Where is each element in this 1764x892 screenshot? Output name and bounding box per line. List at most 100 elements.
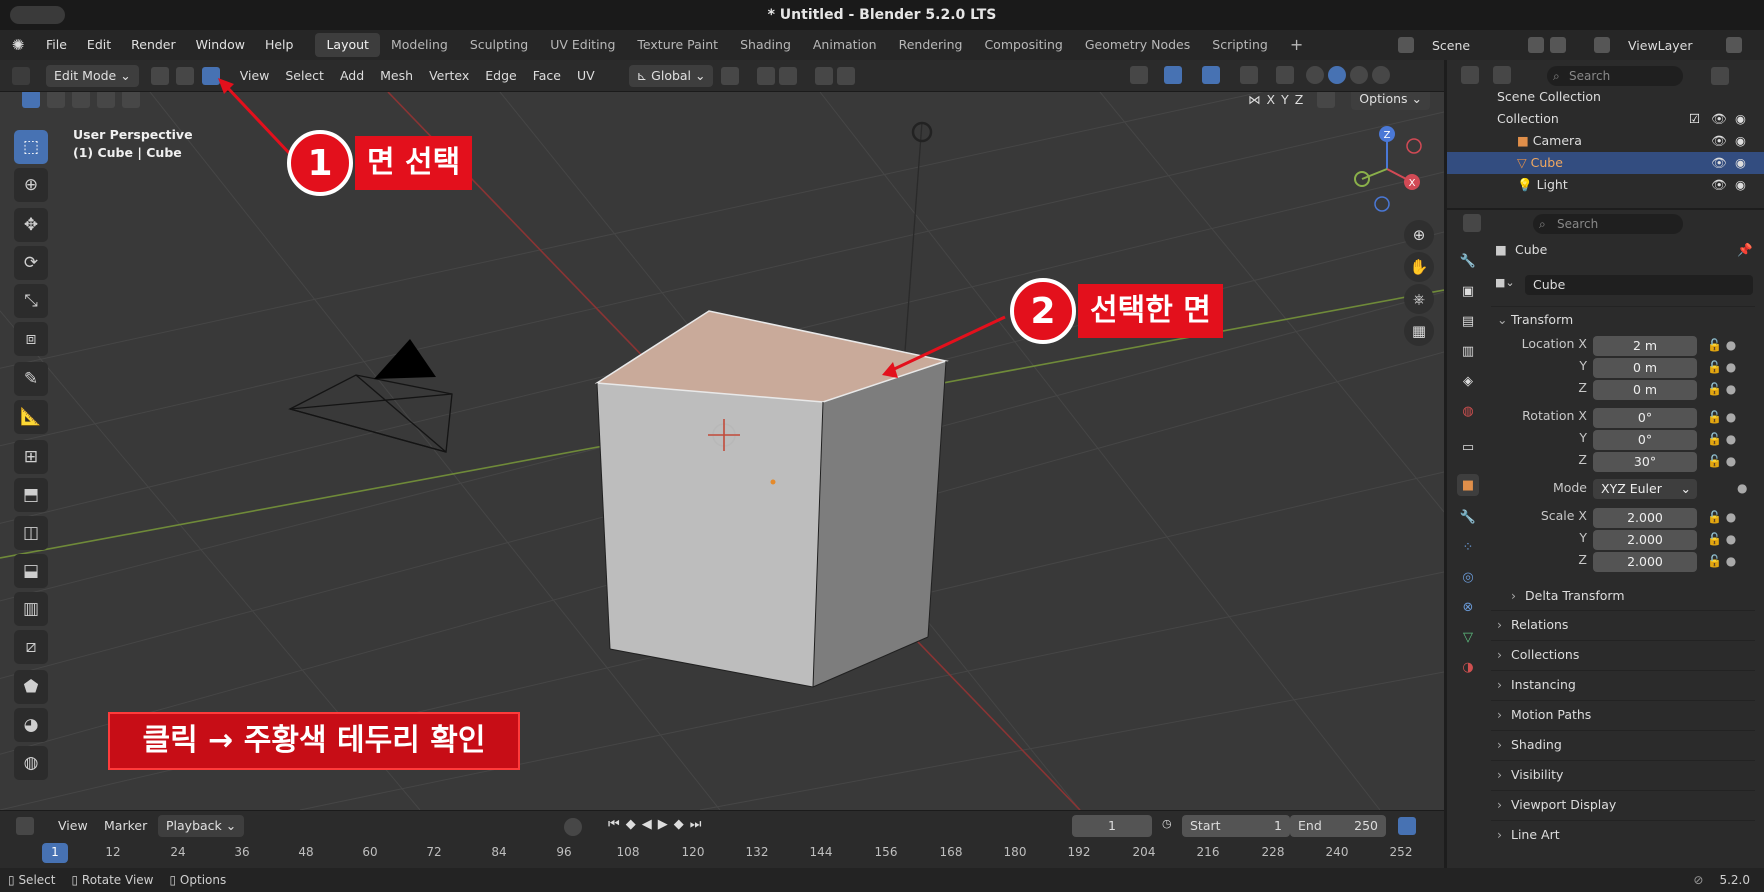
menu-face[interactable]: Face <box>525 68 569 83</box>
delta-transform-section[interactable]: › Delta Transform <box>1507 584 1625 608</box>
scale-y-field[interactable]: 2.000 <box>1593 530 1697 550</box>
gizmo-negative-x-handle[interactable] <box>1406 138 1422 154</box>
select-extend-icon[interactable] <box>47 92 65 108</box>
zoom-icon[interactable]: ⊕ <box>1404 220 1434 250</box>
scene-tab-icon[interactable]: ◈ <box>1457 370 1479 392</box>
new-view-layer-icon[interactable] <box>1726 37 1742 53</box>
material-shading-icon[interactable] <box>1350 66 1368 84</box>
rotation-z-field[interactable]: 30° <box>1593 452 1697 472</box>
material-tab-icon[interactable]: ◑ <box>1457 656 1479 678</box>
menu-window[interactable]: Window <box>186 30 255 60</box>
select-subtract-icon[interactable] <box>72 92 90 108</box>
camera-visibility-icon[interactable]: ◉ <box>1735 174 1746 196</box>
proportional-edit-icon[interactable] <box>815 66 834 85</box>
outliner-item-camera[interactable]: ■ Camera 👁 ◉ <box>1447 130 1764 152</box>
camera-view-icon[interactable]: ⎈ <box>1404 284 1434 314</box>
pan-hand-icon[interactable]: ✋ <box>1404 252 1434 282</box>
scale-tool-icon[interactable]: ⤡ <box>14 284 48 318</box>
move-tool-icon[interactable]: ✥ <box>14 208 48 242</box>
select-box-tool-icon[interactable]: ⬚ <box>14 130 48 164</box>
menu-file[interactable]: File <box>36 30 77 60</box>
cursor-tool-icon[interactable]: ⊕ <box>14 168 48 202</box>
xray-icon[interactable] <box>1276 66 1294 84</box>
extrude-tool-icon[interactable]: ⬒ <box>14 478 48 512</box>
jump-end-icon[interactable]: ⏭ <box>690 817 702 832</box>
options-dropdown[interactable]: Options ⌄ <box>1351 92 1430 110</box>
tab-modeling[interactable]: Modeling <box>380 33 459 57</box>
timeline-editor-icon[interactable] <box>16 817 34 835</box>
clock-icon[interactable]: ◷ <box>1162 817 1172 830</box>
rotation-x-field[interactable]: 0° <box>1593 408 1697 428</box>
mesh-edit-overlay-icon[interactable] <box>1240 66 1258 84</box>
rotation-y-field[interactable]: 0° <box>1593 430 1697 450</box>
tab-layout[interactable]: Layout <box>315 33 380 57</box>
mode-dropdown[interactable]: Edit Mode ⌄ <box>46 64 139 87</box>
gizmo-negative-z-handle[interactable] <box>1374 196 1390 212</box>
object-name-field[interactable]: Cube <box>1525 275 1753 295</box>
axis-y[interactable]: Y <box>1281 92 1289 107</box>
falloff-icon[interactable] <box>837 66 856 85</box>
menu-help[interactable]: Help <box>255 30 304 60</box>
outliner-item-cube[interactable]: ▽ Cube 👁 ◉ <box>1447 152 1764 174</box>
pin-icon[interactable]: 📌 <box>1737 238 1753 262</box>
transform-section-header[interactable]: ⌄ Transform <box>1491 306 1755 332</box>
view-layer-tab-icon[interactable]: ▥ <box>1457 340 1479 362</box>
auto-keying-icon[interactable] <box>564 818 582 836</box>
scene-name[interactable]: Scene <box>1432 38 1522 53</box>
eye-icon[interactable]: 👁 <box>1711 152 1727 174</box>
overlay-toggle-icon[interactable] <box>1202 66 1220 84</box>
section-relations[interactable]: Relations <box>1491 610 1755 638</box>
start-frame-field[interactable]: Start 1 <box>1182 815 1290 837</box>
inset-tool-icon[interactable]: ◫ <box>14 516 48 550</box>
lock-icon[interactable]: 🔓 ● <box>1707 554 1736 568</box>
scene-collection-row[interactable]: Scene Collection <box>1447 86 1764 108</box>
world-tab-icon[interactable]: ◍ <box>1457 400 1479 422</box>
outliner-item-light[interactable]: 💡 Light 👁 ◉ <box>1447 174 1764 196</box>
rendered-shading-icon[interactable] <box>1372 66 1390 84</box>
scale-z-field[interactable]: 2.000 <box>1593 552 1697 572</box>
view-layer-name[interactable]: ViewLayer <box>1628 38 1726 53</box>
section-shading[interactable]: Shading <box>1491 730 1755 758</box>
vertex-select-icon[interactable] <box>150 66 169 85</box>
measure-tool-icon[interactable]: 📐 <box>14 400 48 434</box>
new-scene-icon[interactable] <box>1550 37 1566 53</box>
menu-uv[interactable]: UV <box>569 68 603 83</box>
editor-type-icon[interactable] <box>12 66 30 85</box>
lock-icon[interactable]: 🔓 ● <box>1707 410 1736 424</box>
object-datablock[interactable]: ■⌄ Cube <box>1491 274 1755 296</box>
particles-tab-icon[interactable]: ⁘ <box>1457 536 1479 558</box>
blender-logo-icon[interactable]: ✺ <box>0 36 36 54</box>
play-icon[interactable]: ▶ <box>658 817 668 832</box>
axis-z[interactable]: Z <box>1295 92 1304 107</box>
location-z-field[interactable]: 0 m <box>1593 380 1697 400</box>
camera-visibility-icon[interactable]: ◉ <box>1735 108 1746 130</box>
tab-shading[interactable]: Shading <box>729 33 802 57</box>
prev-keyframe-icon[interactable]: ◆ <box>626 817 636 832</box>
menu-render[interactable]: Render <box>121 30 186 60</box>
perspective-toggle-icon[interactable]: ▦ <box>1404 316 1434 346</box>
lock-icon[interactable]: 🔓 ● <box>1707 454 1736 468</box>
jump-start-icon[interactable]: ⏮ <box>608 817 620 832</box>
eye-icon[interactable]: 👁 <box>1711 174 1727 196</box>
timeline-menu-view[interactable]: View <box>50 818 96 833</box>
outliner-editor-icon[interactable] <box>1461 66 1479 84</box>
axis-x[interactable]: X <box>1267 92 1276 107</box>
collection-checkbox-icon[interactable]: ☑ <box>1689 108 1700 130</box>
tab-texture-paint[interactable]: Texture Paint <box>626 33 729 57</box>
camera-visibility-icon[interactable]: ◉ <box>1735 130 1746 152</box>
section-viewport-display[interactable]: Viewport Display <box>1491 790 1755 818</box>
pivot-icon[interactable] <box>721 66 740 85</box>
view-layer-selector[interactable]: ViewLayer <box>1594 34 1742 56</box>
menu-edge[interactable]: Edge <box>477 68 524 83</box>
collection-row[interactable]: Collection ☑ 👁 ◉ <box>1447 108 1764 130</box>
rotate-tool-icon[interactable]: ⟳ <box>14 246 48 280</box>
gizmo-toggle-icon[interactable] <box>1164 66 1182 84</box>
sync-icon[interactable] <box>1398 817 1416 835</box>
next-keyframe-icon[interactable]: ◆ <box>674 817 684 832</box>
tool-tab-icon[interactable]: 🔧 <box>1457 250 1479 272</box>
section-line-art[interactable]: Line Art <box>1491 820 1755 848</box>
timeline-menu-marker[interactable]: Marker <box>96 818 155 833</box>
properties-search[interactable]: ⌕ Search <box>1533 214 1683 234</box>
menu-edit[interactable]: Edit <box>77 30 121 60</box>
navigation-gizmo[interactable]: Z X <box>1342 124 1432 214</box>
